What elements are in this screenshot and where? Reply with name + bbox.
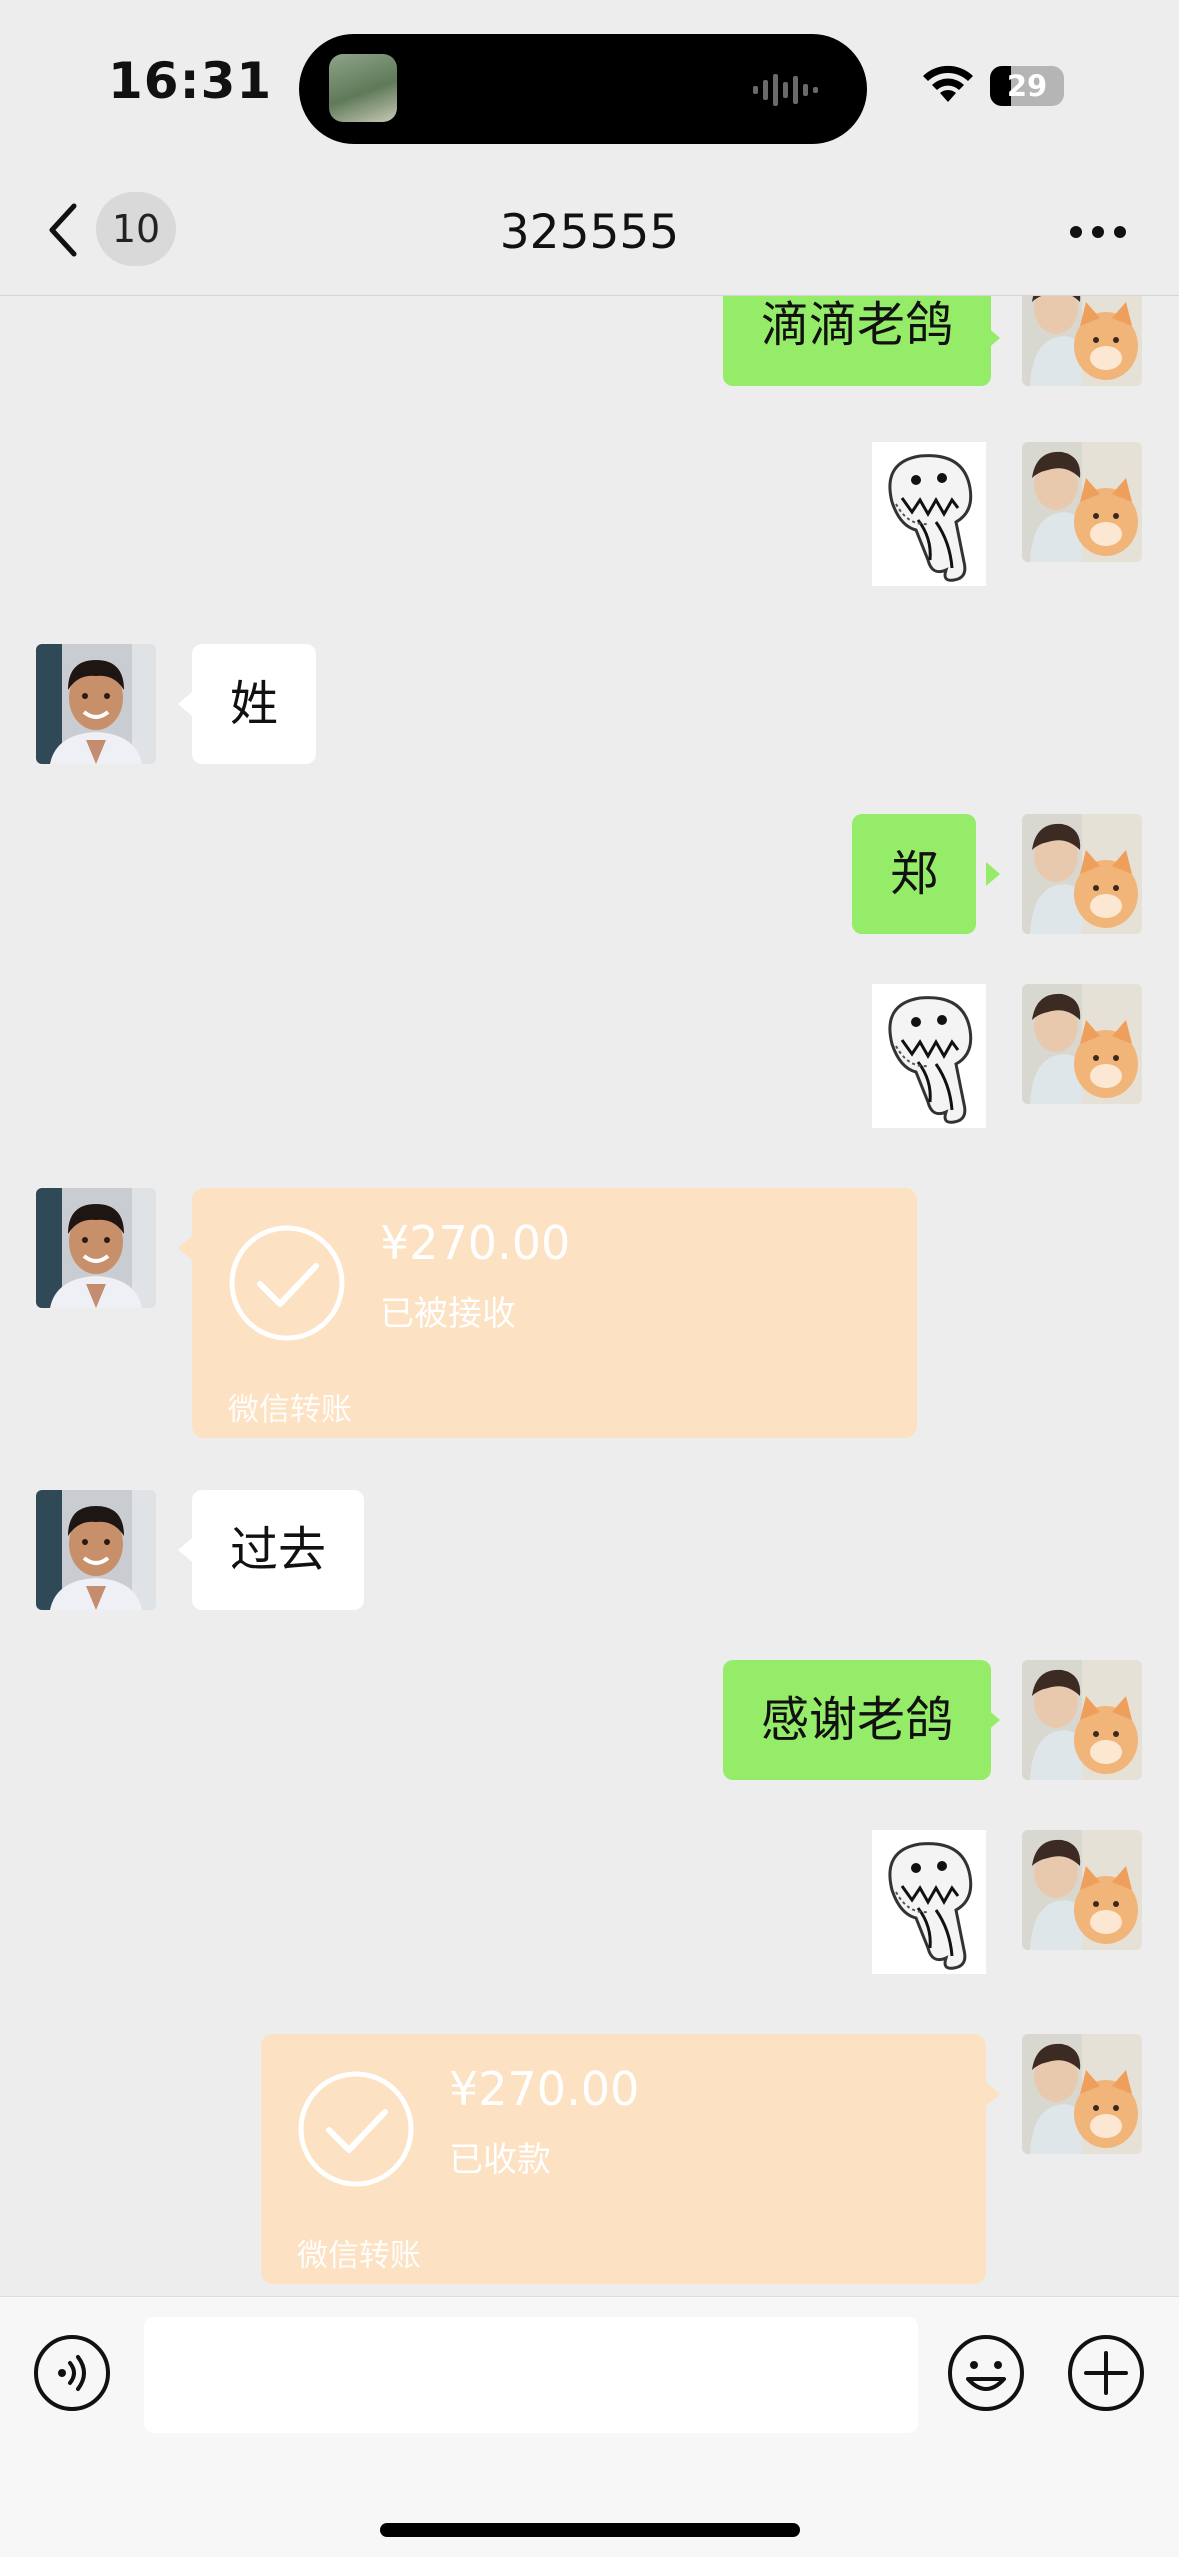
my-avatar[interactable] <box>1022 296 1142 386</box>
transfer-brand-label: 微信转账 <box>297 2238 421 2274</box>
home-indicator[interactable] <box>380 2523 800 2537</box>
my-avatar[interactable] <box>1022 1830 1142 1950</box>
bubble-tail <box>178 692 192 716</box>
transfer-amount: ¥270.00 <box>380 1216 571 1270</box>
contact-message-bubble[interactable]: 姓 <box>192 644 317 764</box>
transfer-status: 已收款 <box>449 2140 551 2180</box>
contact-message-bubble[interactable]: 过去 <box>192 1490 365 1610</box>
bubble-tail <box>986 862 1000 886</box>
back-chevron-icon[interactable] <box>42 200 82 260</box>
contact-avatar[interactable] <box>36 644 156 764</box>
sticker-image[interactable] <box>872 984 986 1128</box>
battery-level: 29 <box>1006 69 1048 103</box>
my-message-bubble[interactable]: 滴滴老鸽 <box>723 296 992 386</box>
battery-icon: 29 <box>990 66 1064 106</box>
transfer-brand-label: 微信转账 <box>228 1392 352 1428</box>
my-avatar[interactable] <box>1022 1660 1142 1780</box>
bubble-tail <box>178 1236 192 1260</box>
message-text: 滴滴老鸽 <box>761 297 954 353</box>
my-avatar[interactable] <box>1022 2034 1142 2154</box>
dynamic-island[interactable] <box>299 34 867 144</box>
now-playing-thumbnail <box>329 54 397 122</box>
message-text: 郑 <box>890 846 939 902</box>
message-input[interactable] <box>144 2317 918 2433</box>
bubble-tail <box>986 326 1000 350</box>
bubble-tail <box>178 1538 192 1562</box>
status-bar: 16:31 29 <box>0 0 1179 170</box>
status-time: 16:31 <box>108 52 273 110</box>
message-list[interactable]: 滴滴老鸽 姓 郑 ¥270.00 已被接收 微信转账 过去 感谢老鸽 ¥270.… <box>0 296 1179 2296</box>
chat-title: 325555 <box>499 205 680 260</box>
my-avatar[interactable] <box>1022 442 1142 562</box>
message-text: 过去 <box>230 1522 327 1578</box>
sticker-image[interactable] <box>872 442 986 586</box>
transfer-status: 已被接收 <box>380 1294 516 1334</box>
my-message-bubble[interactable]: 郑 <box>852 814 977 934</box>
input-bar <box>0 2296 1179 2557</box>
message-text: 姓 <box>230 676 279 732</box>
check-circle-icon <box>229 1225 345 1341</box>
my-avatar[interactable] <box>1022 814 1142 934</box>
transfer-amount: ¥270.00 <box>449 2062 640 2116</box>
my-avatar[interactable] <box>1022 984 1142 1104</box>
voice-icon[interactable] <box>32 2333 112 2413</box>
wifi-icon <box>923 65 973 102</box>
unread-count-badge[interactable]: 10 <box>96 192 176 266</box>
bubble-tail <box>986 2082 1000 2106</box>
emoji-icon[interactable] <box>946 2333 1026 2413</box>
my-message-bubble[interactable]: 感谢老鸽 <box>723 1660 992 1780</box>
transfer-card[interactable]: ¥270.00 已被接收 微信转账 <box>192 1188 917 1438</box>
chat-header: 325555 10 <box>0 170 1179 296</box>
bubble-tail <box>986 1708 1000 1732</box>
sticker-image[interactable] <box>872 1830 986 1974</box>
contact-avatar[interactable] <box>36 1490 156 1610</box>
audio-wave-icon <box>753 74 818 106</box>
message-text: 感谢老鸽 <box>761 1692 954 1748</box>
more-icon[interactable] <box>1068 222 1128 242</box>
check-circle-icon <box>298 2071 414 2187</box>
contact-avatar[interactable] <box>36 1188 156 1308</box>
plus-icon[interactable] <box>1066 2333 1146 2413</box>
transfer-card[interactable]: ¥270.00 已收款 微信转账 <box>261 2034 986 2284</box>
